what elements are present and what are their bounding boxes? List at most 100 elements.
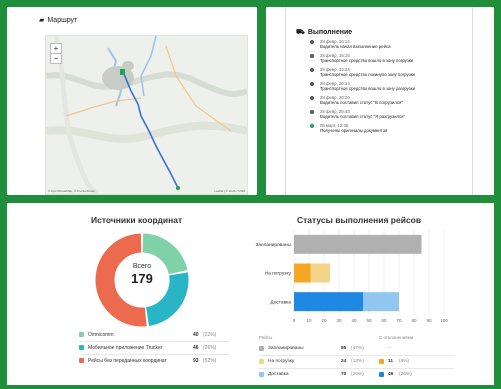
x-tick-label: 60 — [381, 318, 387, 323]
event-text: Транспортное средство покинуло зону погр… — [320, 72, 415, 77]
bar-segment[interactable] — [294, 292, 363, 312]
bar-segment[interactable] — [294, 234, 422, 254]
dev-swatch-wrap — [379, 359, 388, 365]
divider — [79, 341, 229, 342]
event-text: Получены оригиналы документов — [320, 128, 388, 133]
x-tick-label: 10 — [306, 318, 312, 323]
timeline-dot — [310, 82, 314, 86]
row-swatch-wrap — [259, 359, 268, 365]
execution-timeline: 28 февр, 16:14 Водитель начал выполнение … — [310, 39, 494, 137]
row-swatch — [259, 372, 264, 377]
donut-center-label: Всего — [132, 263, 152, 270]
header-deviations: С отклонениями — [379, 335, 414, 340]
legend-label: Omnicomm — [88, 332, 114, 338]
x-tick-label: 80 — [411, 318, 417, 323]
route-panel: ▰ Маршрут + − © OpenStreetMap, © TruckerR… — [7, 7, 257, 195]
legend-item: Omnicomm 40 (22%) — [79, 332, 229, 338]
map-credit-left: © OpenStreetMap, © TruckerRoute — [48, 189, 95, 193]
event-text: Водитель начал выполнение рейса — [320, 44, 391, 49]
timeline-item: 28 февр, 20:43 Водитель поставил статус "… — [310, 109, 494, 119]
deviation-value: 46 — [388, 372, 394, 377]
y-category-label: Запланированы — [255, 242, 291, 248]
legend-label: Мобильное приложение Trucker — [88, 345, 163, 351]
legend-value: 40 — [193, 332, 199, 338]
x-tick-label: 30 — [336, 318, 342, 323]
dev-swatch-wrap — [379, 372, 388, 378]
zoom-out-button[interactable]: − — [50, 53, 62, 64]
x-tick-label: 0 — [293, 318, 296, 323]
bar-segment[interactable] — [294, 263, 311, 283]
map-icon: ▰ — [39, 17, 45, 24]
row-swatch-wrap — [259, 346, 268, 352]
timeline-item: 28 февр, 20:20 Водитель поставил статус "… — [310, 95, 494, 105]
deviation-percent: (26%) — [399, 372, 412, 377]
divider — [285, 7, 286, 195]
legend-item: Мобильное приложение Trucker 46 (26%) — [79, 345, 229, 351]
execution-panel: ⛟ Выполнение 28 февр, 16:14 Водитель начал… — [266, 7, 494, 195]
legend-swatch — [79, 358, 84, 364]
row-swatch-wrap — [259, 372, 268, 378]
status-label: Запланированы — [268, 346, 304, 351]
execution-title: ⛟ Выполнение — [296, 29, 353, 36]
row-swatch — [259, 346, 264, 351]
timeline-dot — [310, 54, 314, 58]
timeline-dot — [310, 68, 314, 72]
event-text: Водитель поставил статус "Я разгрузился" — [320, 114, 406, 119]
timeline-item: 28 февр, 16:15 Транспортное средство вошл… — [310, 53, 494, 63]
legend-value: 93 — [193, 358, 199, 364]
status-percent: (39%) — [351, 372, 364, 377]
status-percent: (47%) — [351, 346, 364, 351]
header-trips: Рейсы — [259, 335, 273, 340]
timeline-item: 28 февр, 16:14 Водитель начал выполнение … — [310, 39, 494, 49]
status-value: 85 — [341, 346, 347, 351]
timeline-dot — [310, 110, 314, 114]
deviation-percent: (6%) — [399, 359, 410, 364]
legend-percent: (22%) — [203, 332, 217, 338]
statuses-title: Статусы выполнения рейсов — [297, 215, 422, 225]
timeline-item: 05 март, 13:35 Получены оригиналы докумен… — [310, 123, 494, 133]
deviation-percent: – — [388, 346, 391, 351]
map-canvas — [45, 35, 249, 195]
map-credit-right[interactable]: Leaflet | © 2GIS / OSM — [214, 189, 245, 193]
route-map[interactable]: + − © OpenStreetMap, © TruckerRoute Leaf… — [45, 35, 249, 195]
statuses-bar-chart: 0 10 20 30 40 50 60 70 80 90 100 Запланированы На по… — [255, 230, 448, 323]
legend-label: Рейсы без переданных координат — [88, 358, 167, 364]
divider — [79, 354, 229, 355]
legend-percent: (26%) — [203, 345, 217, 351]
route-title: ▰ Маршрут — [39, 17, 78, 24]
y-category-label: Доставка — [270, 299, 291, 305]
stats-panel: Источники координат Всего 179 Omnicomm 40… — [7, 203, 494, 385]
divider — [259, 368, 454, 369]
bar-segment[interactable] — [363, 292, 399, 312]
status-value: 70 — [341, 372, 347, 377]
dev-swatch — [379, 372, 384, 377]
x-tick-label: 100 — [440, 318, 448, 323]
status-label: На погрузку — [268, 359, 295, 364]
status-percent: (13%) — [351, 359, 364, 364]
bar-segment[interactable] — [310, 263, 331, 283]
legend-swatch — [79, 345, 84, 351]
x-tick-label: 40 — [351, 318, 357, 323]
timeline-dot — [310, 96, 314, 100]
event-text: Транспортное средство вошло в зону погру… — [320, 58, 414, 63]
y-category-label: На погрузку — [265, 271, 292, 277]
deviation-value: 11 — [388, 359, 394, 364]
x-tick-label: 20 — [321, 318, 327, 323]
legend-swatch — [79, 332, 84, 338]
timeline-item: 28 февр, 16:24 Транспортное средство поки… — [310, 67, 494, 77]
legend-percent: (52%) — [203, 358, 217, 364]
legend-value: 46 — [193, 345, 199, 351]
legend-item: Рейсы без переданных координат 93 (52%) — [79, 358, 229, 364]
timeline-dot — [310, 40, 314, 44]
x-tick-label: 70 — [396, 318, 402, 323]
status-label: Доставка — [268, 372, 289, 377]
event-text: Транспортное средство вошло в зону разгр… — [320, 86, 416, 91]
donut-total: 179 — [131, 271, 153, 286]
row-swatch — [259, 359, 264, 364]
status-value: 24 — [341, 359, 347, 364]
divider — [259, 355, 454, 356]
dev-swatch — [379, 359, 384, 364]
event-text: Водитель поставил статус "В погрузился" — [320, 100, 403, 105]
x-tick-label: 90 — [426, 318, 432, 323]
truck-icon: ⛟ — [296, 29, 305, 36]
